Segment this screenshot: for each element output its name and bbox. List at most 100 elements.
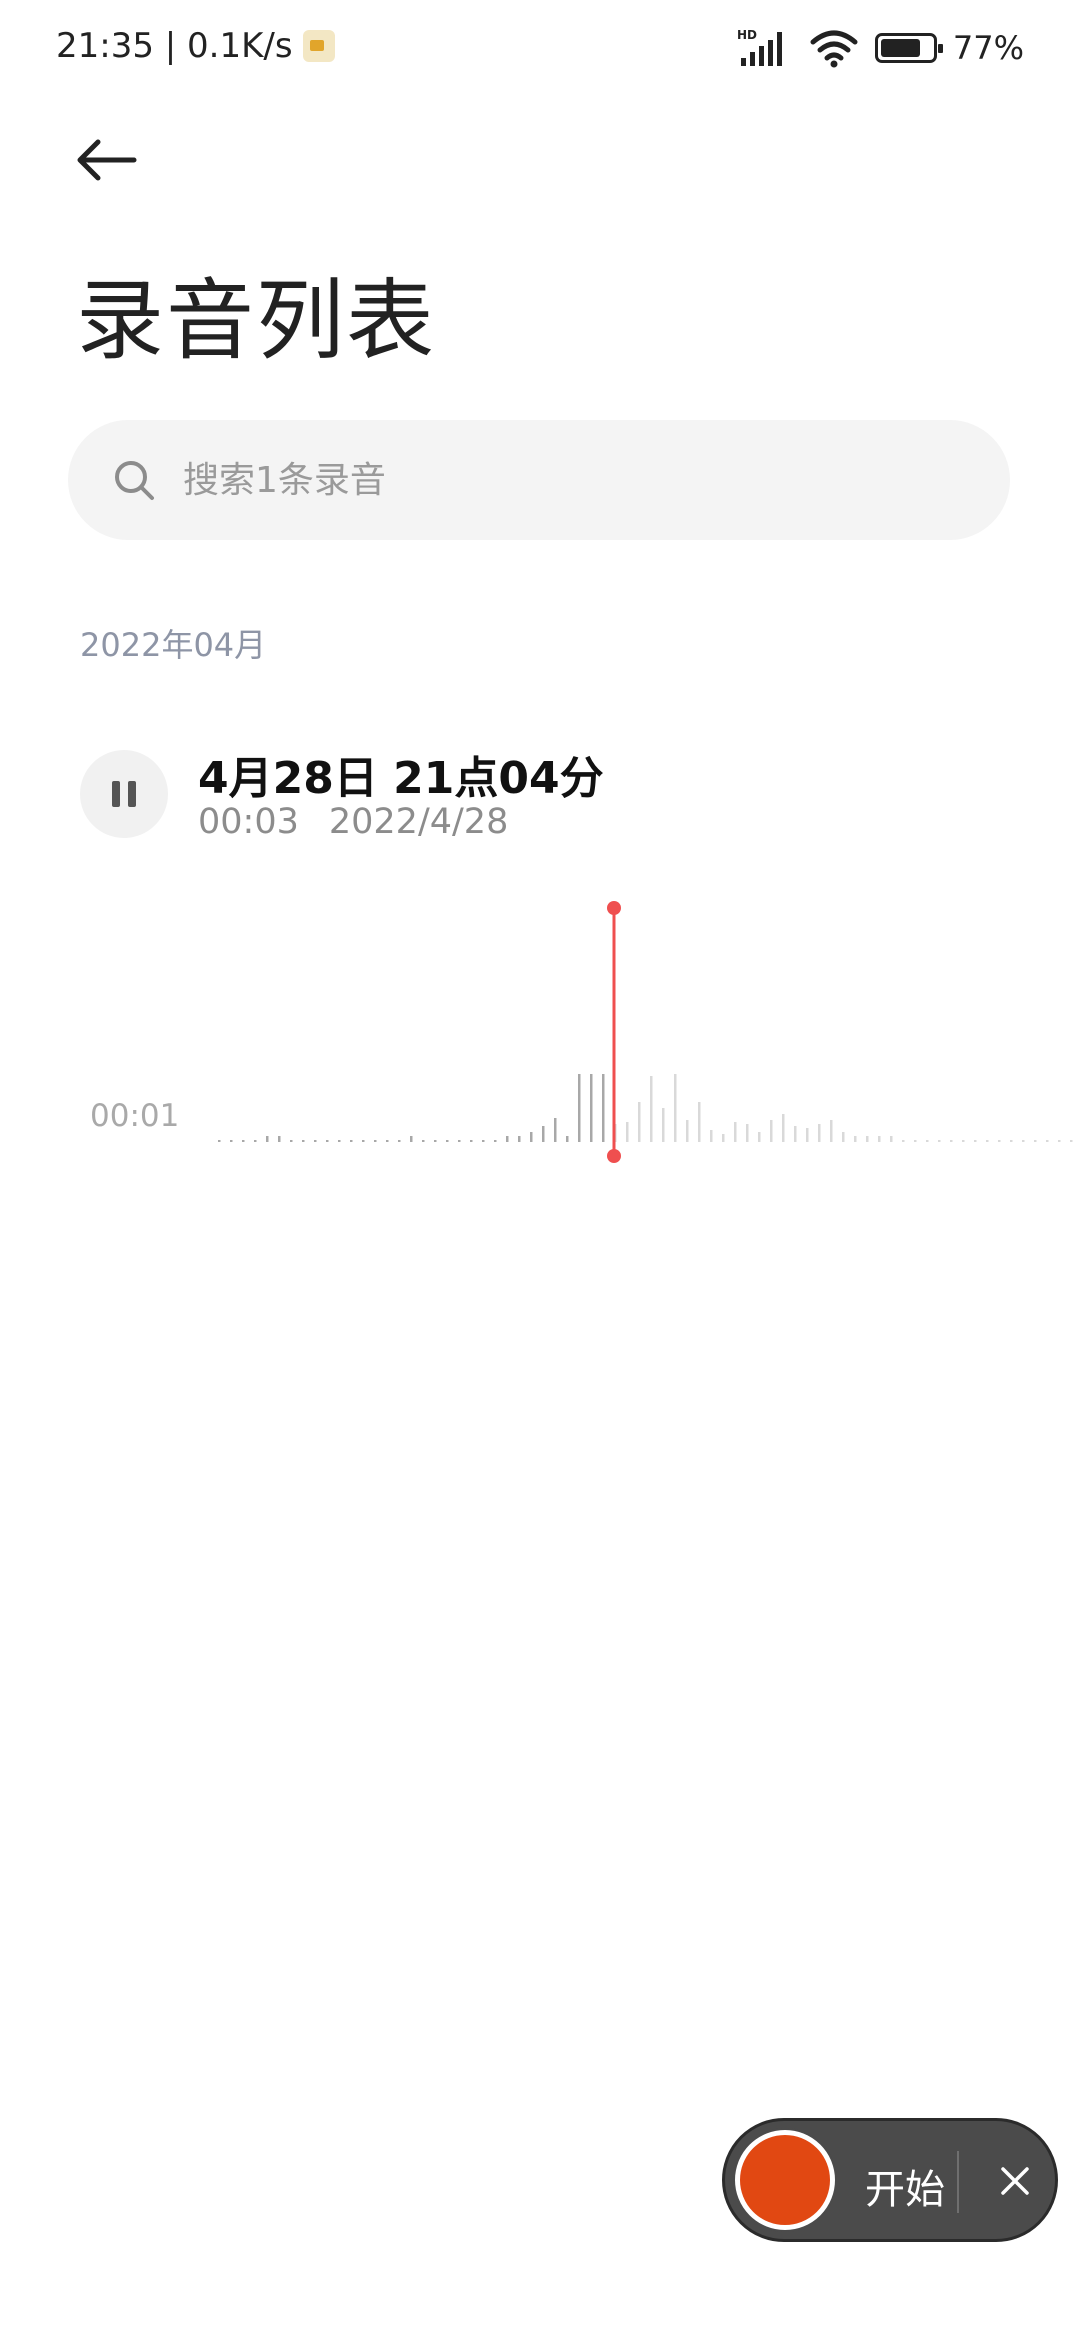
waveform-bar — [890, 1136, 893, 1142]
waveform-bar — [782, 1114, 785, 1142]
waveform-bar — [290, 1140, 293, 1142]
search-icon — [115, 461, 154, 500]
waveform-bar — [1022, 1140, 1025, 1142]
close-button[interactable] — [977, 2143, 1053, 2219]
waveform-bar — [710, 1130, 713, 1142]
waveform-bar — [830, 1120, 833, 1142]
waveform-bar — [926, 1140, 929, 1142]
playhead-handle[interactable] — [607, 1149, 621, 1163]
divider — [957, 2151, 959, 2213]
waveform-bar — [458, 1140, 461, 1142]
waveform-bar — [734, 1122, 737, 1142]
floating-recorder: 开始 — [722, 2118, 1058, 2242]
search-bar[interactable] — [68, 420, 1010, 540]
waveform-bar — [938, 1140, 941, 1142]
recording-list-item[interactable]: 4月28日 21点04分 00:03 2022/4/28 — [0, 720, 1080, 880]
waveform-bar — [326, 1140, 329, 1142]
start-label[interactable]: 开始 — [865, 2157, 945, 2215]
waveform-bar — [578, 1074, 581, 1142]
waveform-bar — [554, 1118, 557, 1142]
waveform-bar — [314, 1140, 317, 1142]
status-right: HD 77% — [737, 28, 1024, 68]
battery-icon — [874, 33, 943, 63]
waveform-bar — [446, 1140, 449, 1142]
waveform-bar — [806, 1128, 809, 1142]
waveform-bar — [230, 1140, 233, 1142]
waveform-bar — [242, 1140, 245, 1142]
waveform-bar — [626, 1122, 629, 1142]
playhead-handle[interactable] — [607, 901, 621, 915]
waveform-bar — [1010, 1140, 1013, 1142]
waveform-bar — [410, 1136, 413, 1142]
recording-duration: 00:03 — [198, 802, 299, 842]
search-input[interactable] — [183, 420, 963, 540]
waveform-bar — [386, 1140, 389, 1142]
waveform-bar — [482, 1140, 485, 1142]
waveform-bar — [818, 1124, 821, 1142]
waveform-bar — [218, 1140, 221, 1142]
waveform-bar — [794, 1126, 797, 1142]
arrow-left-icon — [77, 139, 137, 181]
signal-icon: HD — [737, 28, 782, 66]
waveform-bar — [542, 1126, 545, 1142]
waveform-bar — [530, 1132, 533, 1142]
waveform-bar — [1058, 1140, 1061, 1142]
waveform-bar — [494, 1140, 497, 1142]
status-bar: 21:35 | 0.1K/s HD 77% — [0, 0, 1080, 96]
waveform-bar — [338, 1140, 341, 1142]
waveform-bar — [566, 1136, 569, 1142]
waveform-bar — [266, 1136, 269, 1142]
waveform-graph[interactable] — [0, 880, 1080, 1180]
record-button[interactable] — [735, 2130, 835, 2230]
waveform-bar — [746, 1124, 749, 1142]
waveform-bar — [998, 1140, 1001, 1142]
pause-button[interactable] — [80, 750, 168, 838]
waveform-bar — [350, 1140, 353, 1142]
waveform-bar — [278, 1136, 281, 1142]
waveform-bar — [254, 1140, 257, 1142]
status-time: 21:35 | 0.1K/s — [56, 26, 293, 66]
recording-meta: 00:03 2022/4/28 — [198, 802, 508, 842]
network-badge: HD — [737, 28, 757, 42]
waveform-bar — [590, 1074, 593, 1142]
waveform-bar — [518, 1136, 521, 1142]
recording-title: 4月28日 21点04分 — [198, 753, 604, 804]
waveform-bar — [1070, 1140, 1073, 1142]
waveform-bar — [650, 1076, 653, 1142]
waveform-bar — [878, 1136, 881, 1142]
waveform-bar — [986, 1140, 989, 1142]
waveform-bar — [722, 1134, 725, 1142]
waveform-bar — [302, 1140, 305, 1142]
waveform-bar — [842, 1132, 845, 1142]
waveform-bar — [950, 1140, 953, 1142]
waveform-bar — [770, 1120, 773, 1142]
waveform-bar — [1046, 1140, 1049, 1142]
waveform-bar — [854, 1136, 857, 1142]
waveform-bar — [638, 1102, 641, 1142]
wifi-icon — [810, 30, 858, 68]
waveform-bar — [974, 1140, 977, 1142]
back-button[interactable] — [66, 120, 146, 200]
close-icon — [1001, 2167, 1029, 2195]
waveform-bar — [662, 1108, 665, 1142]
waveform-bar — [470, 1140, 473, 1142]
waveform-bar — [602, 1074, 605, 1142]
pause-icon — [112, 781, 136, 807]
waveform-bar — [962, 1140, 965, 1142]
waveform-bar — [674, 1074, 677, 1142]
waveform-bar — [866, 1136, 869, 1142]
waveform-bar — [698, 1102, 701, 1142]
waveform-bar — [506, 1136, 509, 1142]
page-title: 录音列表 — [76, 269, 437, 372]
waveform-bar — [374, 1140, 377, 1142]
waveform-bar — [686, 1120, 689, 1142]
waveform-bar — [398, 1140, 401, 1142]
section-header-month: 2022年04月 — [80, 626, 267, 664]
waveform-bar — [422, 1140, 425, 1142]
battery-percent: 77% — [952, 29, 1024, 67]
waveform-bar — [1034, 1140, 1037, 1142]
waveform-bar — [914, 1140, 917, 1142]
waveform-player[interactable]: 00:01 — [0, 880, 1080, 1180]
status-left: 21:35 | 0.1K/s — [56, 26, 335, 66]
waveform-bar — [362, 1140, 365, 1142]
